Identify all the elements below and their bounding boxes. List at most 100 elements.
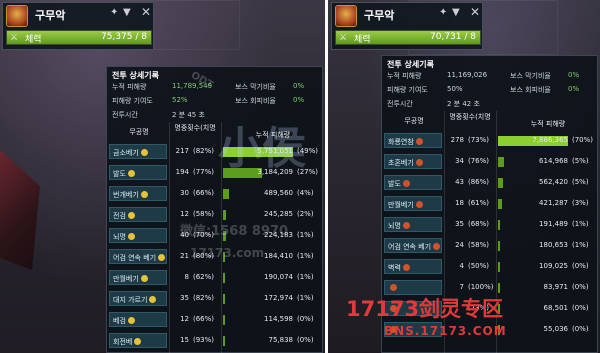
skill-name: 발도 xyxy=(109,165,167,180)
close-icon[interactable]: ✕ xyxy=(141,5,151,19)
stat-boss-block-label: 보스 막기비율 xyxy=(510,72,551,80)
damage-percent: (1%) xyxy=(297,252,314,260)
table-row[interactable]: 만월베기 18 (61%) 421,287 (3%) xyxy=(384,195,597,213)
table-row[interactable]: 발도 194 (77%) 3,184,209 (27%) xyxy=(109,164,322,182)
damage-share-bar xyxy=(223,336,225,346)
skill-name-text: 만월베기 xyxy=(113,275,139,283)
damage-percent: (3%) xyxy=(572,199,589,207)
hit-count: 194 xyxy=(175,168,189,176)
damage-value: 75,838 xyxy=(268,336,294,344)
combat-log-panel[interactable]: 전투 상세기록 누적 피해량 11,789,549 피해량 기여도 52% 전투… xyxy=(106,66,323,353)
hit-count: 4 xyxy=(459,262,464,270)
crit-rate: (73%) xyxy=(468,136,490,144)
target-hp-bar: ⚔ 체력 75,375 / 8 xyxy=(6,30,152,45)
damage-percent: (0%) xyxy=(297,336,314,344)
target-hp-bar: ⚔ 체력 70,731 / 8 xyxy=(335,30,481,45)
skill-name-text: 전검 xyxy=(113,212,126,220)
hit-count: 30 xyxy=(180,189,189,197)
gold-emblem-icon xyxy=(140,149,148,156)
target-frame[interactable]: 구무악 ✦ ▼ ✕ ⚔ 체력 70,731 / 8 xyxy=(331,2,483,50)
header-hit-count[interactable]: 명중횟수(치명 xyxy=(169,124,221,132)
hit-count: 15 xyxy=(180,336,189,344)
triangle-down-icon[interactable]: ▼ xyxy=(123,7,131,18)
damage-value: 68,501 xyxy=(543,304,569,312)
table-row[interactable]: 만월베기 8 (62%) 190,074 (1%) xyxy=(109,269,322,287)
table-row[interactable]: 금소베기 217 (82%) 5,751,051 (49%) xyxy=(109,143,322,161)
fire-emblem-icon xyxy=(402,264,410,271)
stat-boss-evade-label: 보스 회피비율 xyxy=(235,97,276,105)
header-hit-count[interactable]: 명중횟수(치명 xyxy=(444,113,496,121)
table-row[interactable]: 화룡연참 278 (73%) 7,886,365 (70%) xyxy=(384,132,597,150)
sword-icon: ⚔ xyxy=(10,33,19,43)
damage-share-bar xyxy=(498,178,503,188)
damage-share-bar xyxy=(223,231,226,241)
crit-rate: (93%) xyxy=(193,336,215,344)
pin-icon[interactable]: ✦ xyxy=(439,7,447,18)
stat-total-damage-label: 누적 피해량 xyxy=(112,83,147,91)
skill-name-text: 만월베기 xyxy=(388,201,414,209)
table-row[interactable]: 어검 연속 베기 21 (80%) 184,410 (1%) xyxy=(109,248,322,266)
skill-name-text: 발도 xyxy=(388,180,401,188)
table-row[interactable]: 발도 43 (86%) 562,420 (5%) xyxy=(384,174,597,192)
table-row[interactable]: 베검 12 (66%) 114,598 (0%) xyxy=(109,311,322,329)
hp-value: 70,731 / 8 xyxy=(430,32,476,42)
pin-icon[interactable]: ✦ xyxy=(110,7,118,18)
table-row[interactable]: 전검 12 (58%) 245,285 (2%) xyxy=(109,206,322,224)
panel-title: 전투 상세기록 xyxy=(387,60,434,69)
fire-emblem-icon xyxy=(402,222,410,229)
skill-name-text: 대지 가르기 xyxy=(113,296,148,304)
crit-rate: (77%) xyxy=(193,168,215,176)
stat-boss-block-label: 보스 막기비율 xyxy=(235,83,276,91)
hp-label: 체력 xyxy=(354,35,371,45)
header-skill-name[interactable]: 무공명 xyxy=(384,116,444,126)
hp-label: 체력 xyxy=(25,35,42,45)
damage-percent: (5%) xyxy=(572,178,589,186)
hit-count: 217 xyxy=(175,147,189,155)
header-total-damage[interactable]: 누적 피해량 xyxy=(225,130,321,140)
damage-percent: (0%) xyxy=(572,304,589,312)
damage-share-bar xyxy=(223,273,225,283)
damage-percent: (4%) xyxy=(297,189,314,197)
stat-total-damage-value: 11,789,549 xyxy=(172,82,213,90)
header-skill-name[interactable]: 무공명 xyxy=(109,127,169,137)
stat-contribution-label: 피해량 기여도 xyxy=(112,97,153,105)
gold-emblem-icon xyxy=(127,233,135,240)
table-row[interactable]: 뇌명 35 (68%) 191,489 (1%) xyxy=(384,216,597,234)
sword-icon: ⚔ xyxy=(339,33,348,43)
watermark-site-url: BNS.17173.COM xyxy=(384,324,507,338)
fire-emblem-icon xyxy=(415,159,423,166)
damage-percent: (1%) xyxy=(572,241,589,249)
gold-emblem-icon xyxy=(127,212,135,219)
stat-combat-time-label: 전투시간 xyxy=(112,111,138,119)
skill-name: 초혼베기 xyxy=(384,154,442,169)
damage-percent: (0%) xyxy=(297,315,314,323)
skill-name-text: 발도 xyxy=(113,170,126,178)
table-row[interactable]: 번개베기 30 (66%) 489,560 (4%) xyxy=(109,185,322,203)
table-row[interactable]: 회전베 15 (93%) 75,838 (0%) xyxy=(109,332,322,350)
left-screenshot: 구무악 ✦ ▼ ✕ ⚔ 체력 75,375 / 8 전투 상세기록 누적 피해량… xyxy=(0,0,325,353)
stat-contribution-value: 52% xyxy=(172,96,188,104)
table-row[interactable]: 어검 연속 베기 24 (58%) 180,653 (1%) xyxy=(384,237,597,255)
skill-name-text: 베검 xyxy=(113,317,126,325)
table-row[interactable]: 벽력 4 (50%) 109,025 (0%) xyxy=(384,258,597,276)
skill-name: 어검 연속 베기 xyxy=(384,238,442,253)
skill-name: 회전베 xyxy=(109,333,167,348)
crit-rate: (66%) xyxy=(193,315,215,323)
table-row[interactable]: 뇌명 40 (70%) 224,183 (1%) xyxy=(109,227,322,245)
crit-rate: (82%) xyxy=(193,294,215,302)
header-total-damage[interactable]: 누적 피해량 xyxy=(500,119,596,129)
table-row[interactable]: 대지 가르기 35 (82%) 172,974 (1%) xyxy=(109,290,322,308)
close-icon[interactable]: ✕ xyxy=(470,5,480,19)
gold-emblem-icon xyxy=(140,191,148,198)
crit-rate: (50%) xyxy=(468,262,490,270)
damage-value: 489,560 xyxy=(264,189,293,197)
skill-name-text: 뇌명 xyxy=(113,233,126,241)
crit-rate: (80%) xyxy=(193,252,215,260)
table-row[interactable]: 초혼베기 34 (76%) 614,968 (5%) xyxy=(384,153,597,171)
hit-count: 8 xyxy=(184,273,189,281)
target-frame[interactable]: 구무악 ✦ ▼ ✕ ⚔ 체력 75,375 / 8 xyxy=(2,2,154,50)
gold-emblem-icon xyxy=(149,296,157,303)
target-name: 구무악 xyxy=(364,9,395,22)
damage-value: 5,751,051 xyxy=(257,147,293,155)
triangle-down-icon[interactable]: ▼ xyxy=(452,7,460,18)
